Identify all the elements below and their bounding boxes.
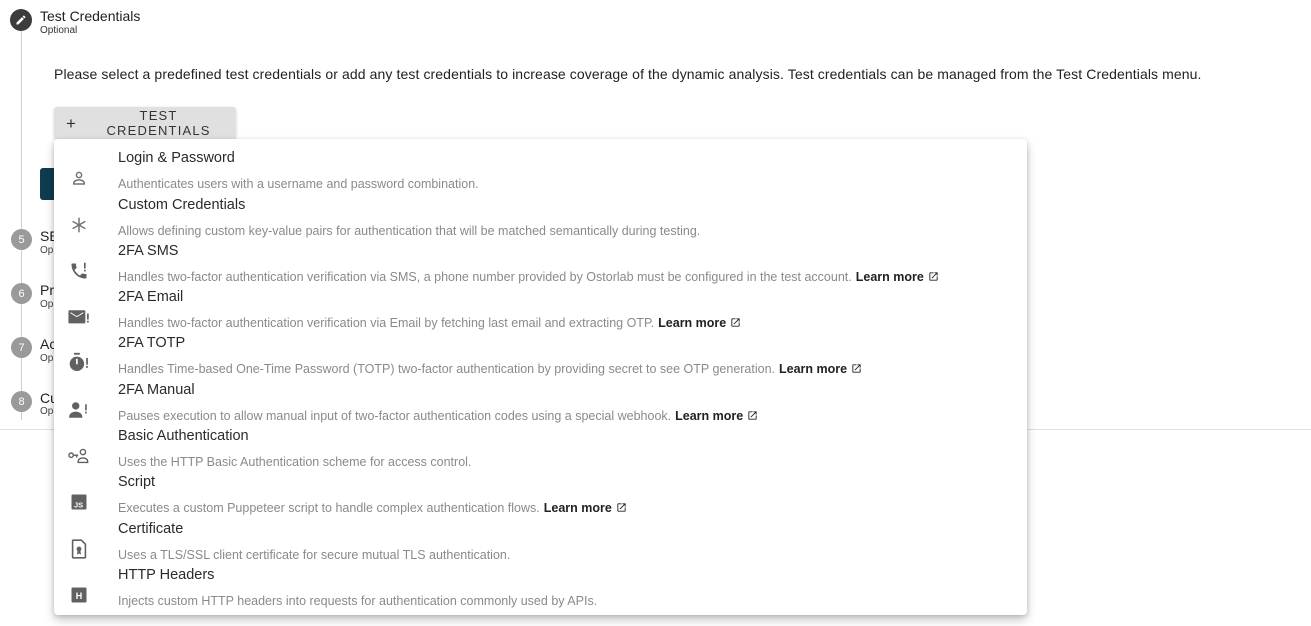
learn-more-link[interactable]: Learn more: [779, 362, 847, 376]
external-link-icon: [748, 411, 757, 420]
phone-alert-icon: [68, 260, 90, 282]
menu-item-description: Handles two-factor authentication verifi…: [118, 316, 741, 330]
menu-item-description: Uses the HTTP Basic Authentication schem…: [118, 455, 472, 469]
menu-item-title: Certificate: [118, 521, 184, 537]
menu-item-description: Pauses execution to allow manual input o…: [118, 409, 758, 423]
menu-item-login-password[interactable]: Login & Password Authenticates users wit…: [54, 150, 1027, 197]
menu-item-2fa-email[interactable]: 2FA Email Handles two-factor authenticat…: [54, 289, 1027, 336]
menu-item-description: Uses a TLS/SSL client certificate for se…: [118, 548, 511, 562]
step-subtitle-6: Op: [40, 299, 54, 310]
menu-item-title: Basic Authentication: [118, 428, 249, 444]
asterisk-icon: [68, 214, 90, 236]
svg-text:H: H: [76, 591, 83, 601]
credentials-type-menu: Login & Password Authenticates users wit…: [54, 139, 1027, 615]
plus-icon: +: [66, 113, 78, 133]
menu-item-description: Injects custom HTTP headers into request…: [118, 594, 598, 608]
step-subtitle-5: Op: [40, 245, 54, 256]
step-subtitle-7: Op: [40, 353, 54, 364]
person-icon: [68, 167, 90, 189]
step-subtitle: Optional: [40, 25, 78, 36]
menu-item-description: Allows defining custom key-value pairs f…: [118, 224, 701, 238]
step-title: Test Credentials: [40, 8, 141, 24]
step-subtitle-8: Op: [40, 406, 54, 417]
certificate-icon: [68, 538, 90, 560]
menu-item-http-headers[interactable]: H HTTP Headers Injects custom HTTP heade…: [54, 567, 1027, 614]
menu-item-description: Handles Time-based One-Time Password (TO…: [118, 362, 862, 376]
menu-item-certificate[interactable]: Certificate Uses a TLS/SSL client certif…: [54, 521, 1027, 568]
pencil-icon: [16, 15, 26, 25]
step-description: Please select a predefined test credenti…: [54, 66, 1202, 82]
svg-text:JS: JS: [74, 500, 83, 509]
step-number-8: 8: [11, 391, 32, 412]
external-link-icon: [731, 318, 740, 327]
step-number-7: 7: [11, 337, 32, 358]
menu-item-custom-credentials[interactable]: Custom Credentials Allows defining custo…: [54, 197, 1027, 244]
menu-item-title: Script: [118, 474, 156, 490]
http-header-icon: H: [68, 584, 90, 606]
key-person-icon: [68, 445, 90, 467]
menu-item-description: Authenticates users with a username and …: [118, 177, 479, 191]
person-alert-icon: [68, 399, 90, 421]
learn-more-link[interactable]: Learn more: [675, 409, 743, 423]
mail-alert-icon: [68, 306, 90, 328]
menu-item-description: Handles two-factor authentication verifi…: [118, 270, 939, 284]
external-link-icon: [617, 503, 626, 512]
menu-item-2fa-manual[interactable]: 2FA Manual Pauses execution to allow man…: [54, 382, 1027, 429]
external-link-icon: [852, 364, 861, 373]
menu-item-script[interactable]: JS Script Executes a custom Puppeteer sc…: [54, 474, 1027, 521]
menu-item-title: 2FA TOTP: [118, 335, 186, 351]
js-file-icon: JS: [68, 491, 90, 513]
menu-item-title: Login & Password: [118, 150, 235, 166]
step-title-6[interactable]: Pr: [40, 282, 54, 298]
stepper-line: [21, 30, 22, 420]
timer-alert-icon: [68, 352, 90, 374]
menu-item-description: Executes a custom Puppeteer script to ha…: [118, 501, 627, 515]
menu-item-2fa-sms[interactable]: 2FA SMS Handles two-factor authenticatio…: [54, 243, 1027, 290]
menu-item-title: 2FA SMS: [118, 243, 179, 259]
learn-more-link[interactable]: Learn more: [856, 270, 924, 284]
learn-more-link[interactable]: Learn more: [544, 501, 612, 515]
menu-item-title: Custom Credentials: [118, 197, 246, 213]
menu-item-title: 2FA Email: [118, 289, 184, 305]
menu-item-2fa-totp[interactable]: 2FA TOTP Handles Time-based One-Time Pas…: [54, 335, 1027, 382]
menu-item-title: HTTP Headers: [118, 567, 215, 583]
add-test-credentials-button[interactable]: + TEST CREDENTIALS: [54, 107, 236, 139]
step-number-5: 5: [11, 229, 32, 250]
add-button-label: TEST CREDENTIALS: [106, 108, 211, 138]
external-link-icon: [929, 272, 938, 281]
menu-item-basic-authentication[interactable]: Basic Authentication Uses the HTTP Basic…: [54, 428, 1027, 475]
step-active-indicator: [10, 9, 32, 31]
learn-more-link[interactable]: Learn more: [658, 316, 726, 330]
menu-item-title: 2FA Manual: [118, 382, 195, 398]
step-number-6: 6: [11, 283, 32, 304]
